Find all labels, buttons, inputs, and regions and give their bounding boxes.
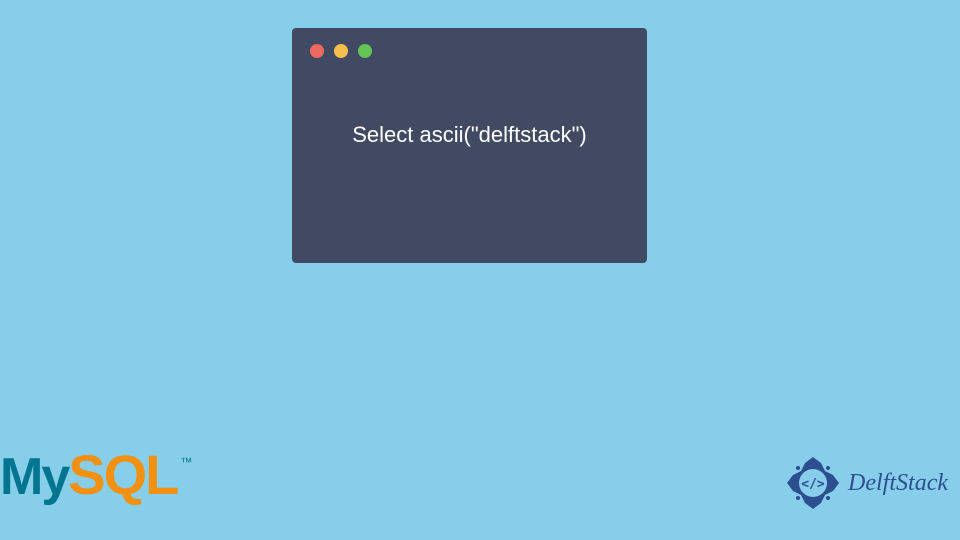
code-window: Select ascii("delftstack") <box>292 28 647 263</box>
delftstack-icon: </> <box>784 454 842 512</box>
delftstack-logo: </> DelftStack <box>784 454 948 512</box>
close-icon <box>310 44 324 58</box>
maximize-icon <box>358 44 372 58</box>
code-content: Select ascii("delftstack") <box>292 74 647 148</box>
svg-text:</>: </> <box>801 477 825 492</box>
mysql-logo: MySQL™ <box>0 442 240 512</box>
minimize-icon <box>334 44 348 58</box>
mysql-sql-text: SQL <box>68 442 177 507</box>
mysql-my-text: My <box>0 447 68 507</box>
window-controls <box>292 28 647 74</box>
delftstack-text: DelftStack <box>848 470 948 497</box>
mysql-trademark: ™ <box>180 455 192 469</box>
